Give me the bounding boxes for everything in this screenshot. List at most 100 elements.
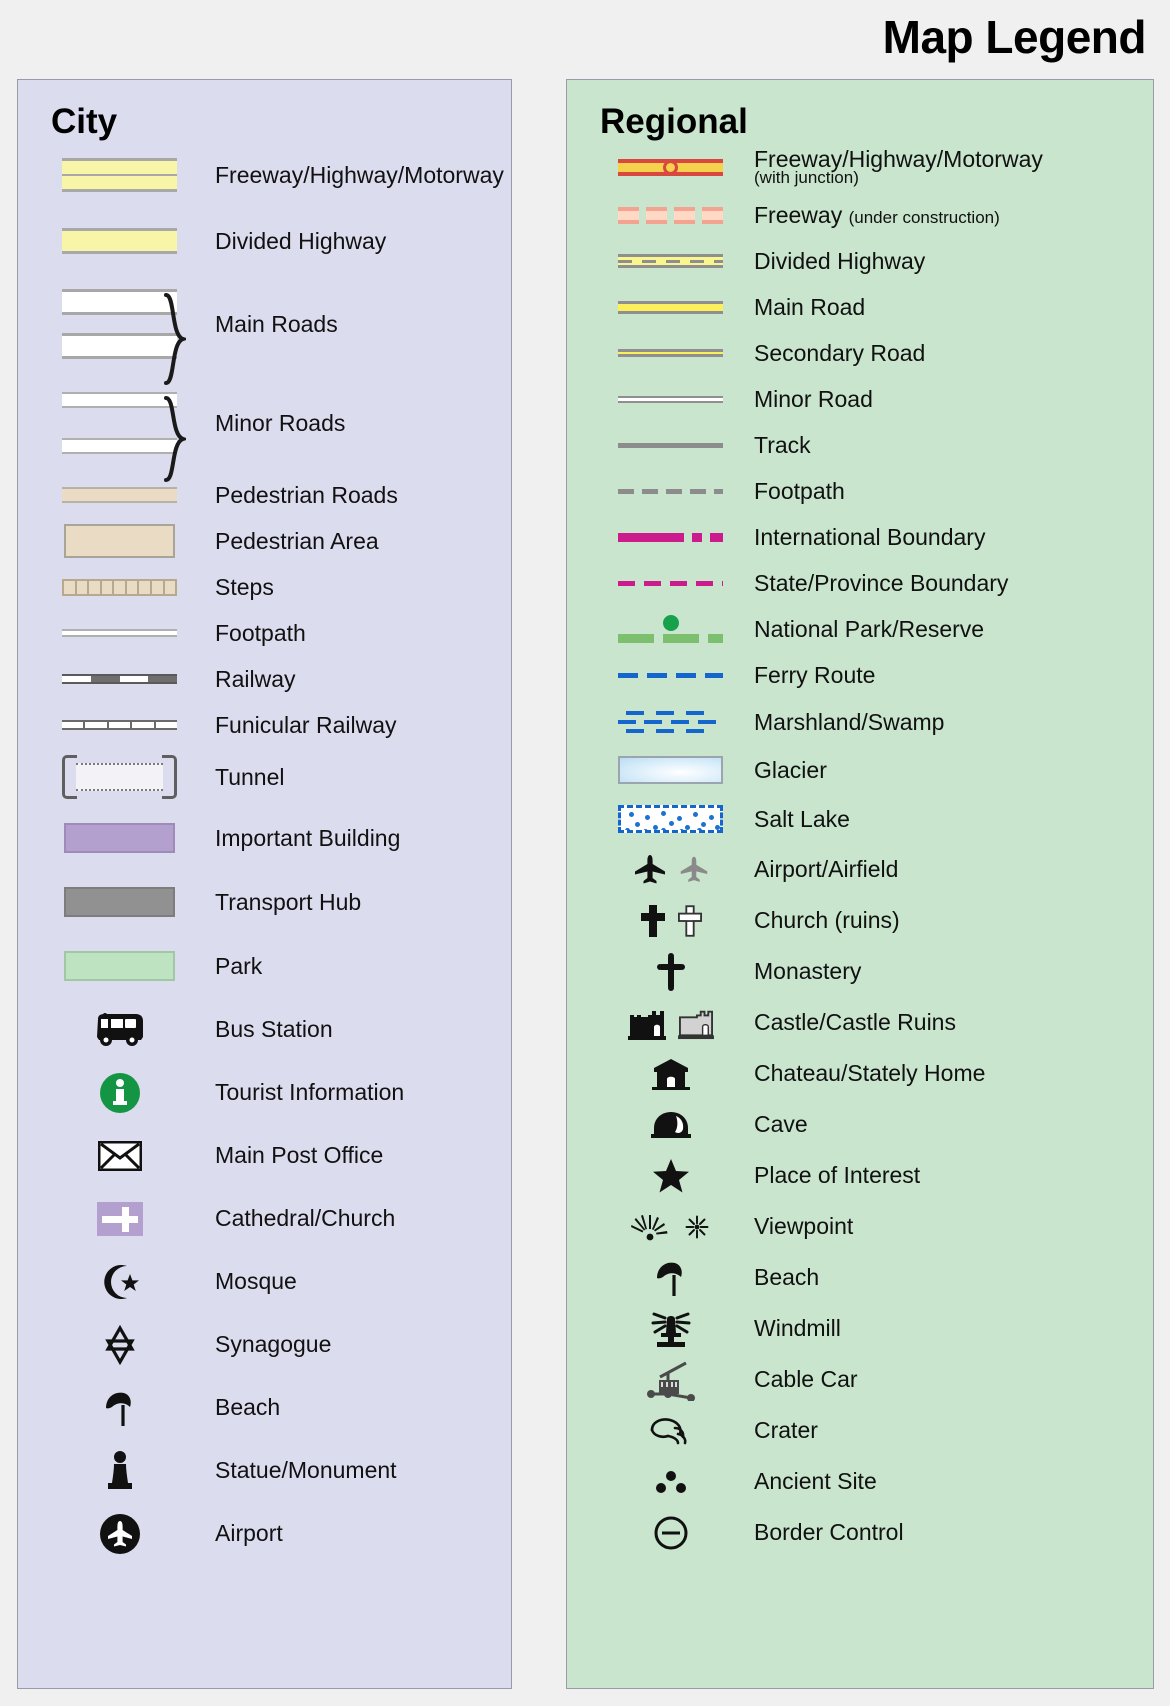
legend-item-regional-international-boundary[interactable]: International Boundary <box>567 514 1153 560</box>
legend-item-regional-cable-car[interactable]: Cable Car <box>567 1354 1153 1405</box>
legend-item-city-synagogue[interactable]: Synagogue <box>18 1313 511 1376</box>
star-of-david-icon <box>46 1324 193 1365</box>
legend-item-city-divided-highway[interactable]: Divided Highway <box>18 208 511 274</box>
legend-item-city-transport-hub[interactable]: Transport Hub <box>18 870 511 934</box>
legend-item-city-pedestrian-area[interactable]: Pedestrian Area <box>18 518 511 564</box>
regional-freeway-junction-symbol <box>613 158 728 176</box>
regional-divided-highway-symbol <box>613 254 728 268</box>
legend-item-city-statue[interactable]: Statue/Monument <box>18 1439 511 1502</box>
legend-item-city-cathedral[interactable]: Cathedral/Church <box>18 1187 511 1250</box>
legend-label-main: Freeway <box>754 201 843 228</box>
legend-item-regional-beach[interactable]: Beach <box>567 1252 1153 1303</box>
legend-item-regional-windmill[interactable]: Windmill <box>567 1303 1153 1354</box>
regional-national-park-symbol <box>613 615 728 643</box>
legend-item-city-footpath[interactable]: Footpath <box>18 610 511 656</box>
legend-item-regional-ferry-route[interactable]: Ferry Route <box>567 652 1153 698</box>
legend-item-city-tunnel[interactable]: Tunnel <box>18 748 511 806</box>
legend-label: Salt Lake <box>754 805 850 832</box>
legend-label: Tunnel <box>215 763 285 790</box>
regional-main-road-symbol <box>613 300 728 314</box>
legend-item-city-pedestrian-roads[interactable]: Pedestrian Roads <box>18 472 511 518</box>
regional-panel-heading: Regional <box>600 102 748 141</box>
brace-icon <box>164 396 186 482</box>
legend-label-sub: (under construction) <box>848 207 1000 227</box>
regional-freeway-under-construction-symbol <box>613 206 728 224</box>
legend-item-regional-marshland[interactable]: Marshland/Swamp <box>567 698 1153 746</box>
legend-label: Chateau/Stately Home <box>754 1060 986 1087</box>
legend-item-regional-church-ruins[interactable]: Church (ruins) <box>567 895 1153 946</box>
legend-item-regional-freeway-uc[interactable]: Freeway (under construction) <box>567 192 1153 238</box>
city-funicular-railway-symbol <box>46 720 193 730</box>
legend-item-city-important-building[interactable]: Important Building <box>18 806 511 870</box>
ancient-site-icon <box>613 1469 728 1495</box>
regional-salt-lake-symbol <box>613 805 728 833</box>
legend-item-city-mosque[interactable]: Mosque <box>18 1250 511 1313</box>
legend-label: Airport/Airfield <box>754 856 899 883</box>
city-freeway-symbol <box>46 158 193 192</box>
legend-item-city-beach[interactable]: Beach <box>18 1376 511 1439</box>
legend-label: Main Roads <box>215 310 338 337</box>
cathedral-cross-icon <box>46 1201 193 1236</box>
chateau-icon <box>613 1057 728 1091</box>
legend-label: Steps <box>215 573 274 600</box>
legend-item-city-airport[interactable]: Airport <box>18 1502 511 1565</box>
legend-item-city-minor-roads[interactable]: Minor Roads <box>18 374 511 482</box>
legend-item-regional-castle[interactable]: Castle/Castle Ruins <box>567 997 1153 1048</box>
legend-item-regional-chateau[interactable]: Chateau/Stately Home <box>567 1048 1153 1099</box>
legend-item-city-railway[interactable]: Railway <box>18 656 511 702</box>
city-important-building-symbol <box>46 823 193 853</box>
legend-label: Border Control <box>754 1519 904 1546</box>
legend-label: Windmill <box>754 1315 841 1342</box>
legend-label: Minor Roads <box>215 409 346 436</box>
legend-item-regional-minor-road[interactable]: Minor Road <box>567 376 1153 422</box>
legend-label: Track <box>754 431 811 458</box>
city-park-symbol <box>46 951 193 981</box>
legend-item-regional-ancient-site[interactable]: Ancient Site <box>567 1456 1153 1507</box>
legend-item-regional-salt-lake[interactable]: Salt Lake <box>567 794 1153 844</box>
legend-item-city-post-office[interactable]: Main Post Office <box>18 1124 511 1187</box>
legend-item-regional-monastery[interactable]: Monastery <box>567 946 1153 997</box>
legend-item-regional-border-control[interactable]: Border Control <box>567 1507 1153 1558</box>
legend-item-city-freeway[interactable]: Freeway/Highway/Motorway <box>18 142 511 208</box>
city-main-roads-symbol <box>46 289 193 385</box>
legend-item-regional-divided-highway[interactable]: Divided Highway <box>567 238 1153 284</box>
legend-item-city-main-roads[interactable]: Main Roads <box>18 274 511 385</box>
legend-label: Tourist Information <box>215 1079 405 1106</box>
page-title: Map Legend <box>882 11 1147 63</box>
viewpoint-pair-icon <box>613 1212 728 1242</box>
envelope-icon <box>46 1140 193 1171</box>
legend-item-regional-national-park[interactable]: National Park/Reserve <box>567 606 1153 652</box>
legend-label: Beach <box>754 1264 820 1291</box>
regional-international-boundary-symbol <box>613 532 728 542</box>
legend-label: Statue/Monument <box>215 1457 397 1484</box>
legend-label: Minor Road <box>754 385 873 412</box>
legend-item-regional-freeway[interactable]: Freeway/Highway/Motorway (with junction) <box>567 142 1153 192</box>
legend-label: Pedestrian Area <box>215 527 379 554</box>
legend-item-city-bus-station[interactable]: Bus Station <box>18 998 511 1061</box>
city-legend-rows: Freeway/Highway/Motorway Divided Highway <box>18 142 511 1565</box>
legend-label: Funicular Railway <box>215 711 397 738</box>
brace-icon <box>164 293 186 385</box>
city-steps-symbol <box>46 578 193 596</box>
beach-umbrella-icon <box>46 1388 193 1428</box>
legend-item-regional-secondary-road[interactable]: Secondary Road <box>567 330 1153 376</box>
legend-item-regional-airport[interactable]: Airport/Airfield <box>567 844 1153 895</box>
crater-icon <box>613 1416 728 1446</box>
legend-label: Divided Highway <box>215 227 387 254</box>
legend-item-city-steps[interactable]: Steps <box>18 564 511 610</box>
legend-item-city-park[interactable]: Park <box>18 934 511 998</box>
legend-item-city-tourist-information[interactable]: Tourist Information <box>18 1061 511 1124</box>
legend-item-regional-footpath[interactable]: Footpath <box>567 468 1153 514</box>
castle-pair-icon <box>613 1005 728 1041</box>
legend-item-regional-cave[interactable]: Cave <box>567 1099 1153 1150</box>
legend-item-regional-track[interactable]: Track <box>567 422 1153 468</box>
legend-item-regional-main-road[interactable]: Main Road <box>567 284 1153 330</box>
legend-item-regional-place-of-interest[interactable]: Place of Interest <box>567 1150 1153 1201</box>
legend-label: Monastery <box>754 958 862 985</box>
legend-item-regional-glacier[interactable]: Glacier <box>567 746 1153 794</box>
legend-item-regional-viewpoint[interactable]: Viewpoint <box>567 1201 1153 1252</box>
legend-item-city-funicular-railway[interactable]: Funicular Railway <box>18 702 511 748</box>
legend-item-regional-state-boundary[interactable]: State/Province Boundary <box>567 560 1153 606</box>
cave-icon <box>613 1109 728 1141</box>
legend-item-regional-crater[interactable]: Crater <box>567 1405 1153 1456</box>
